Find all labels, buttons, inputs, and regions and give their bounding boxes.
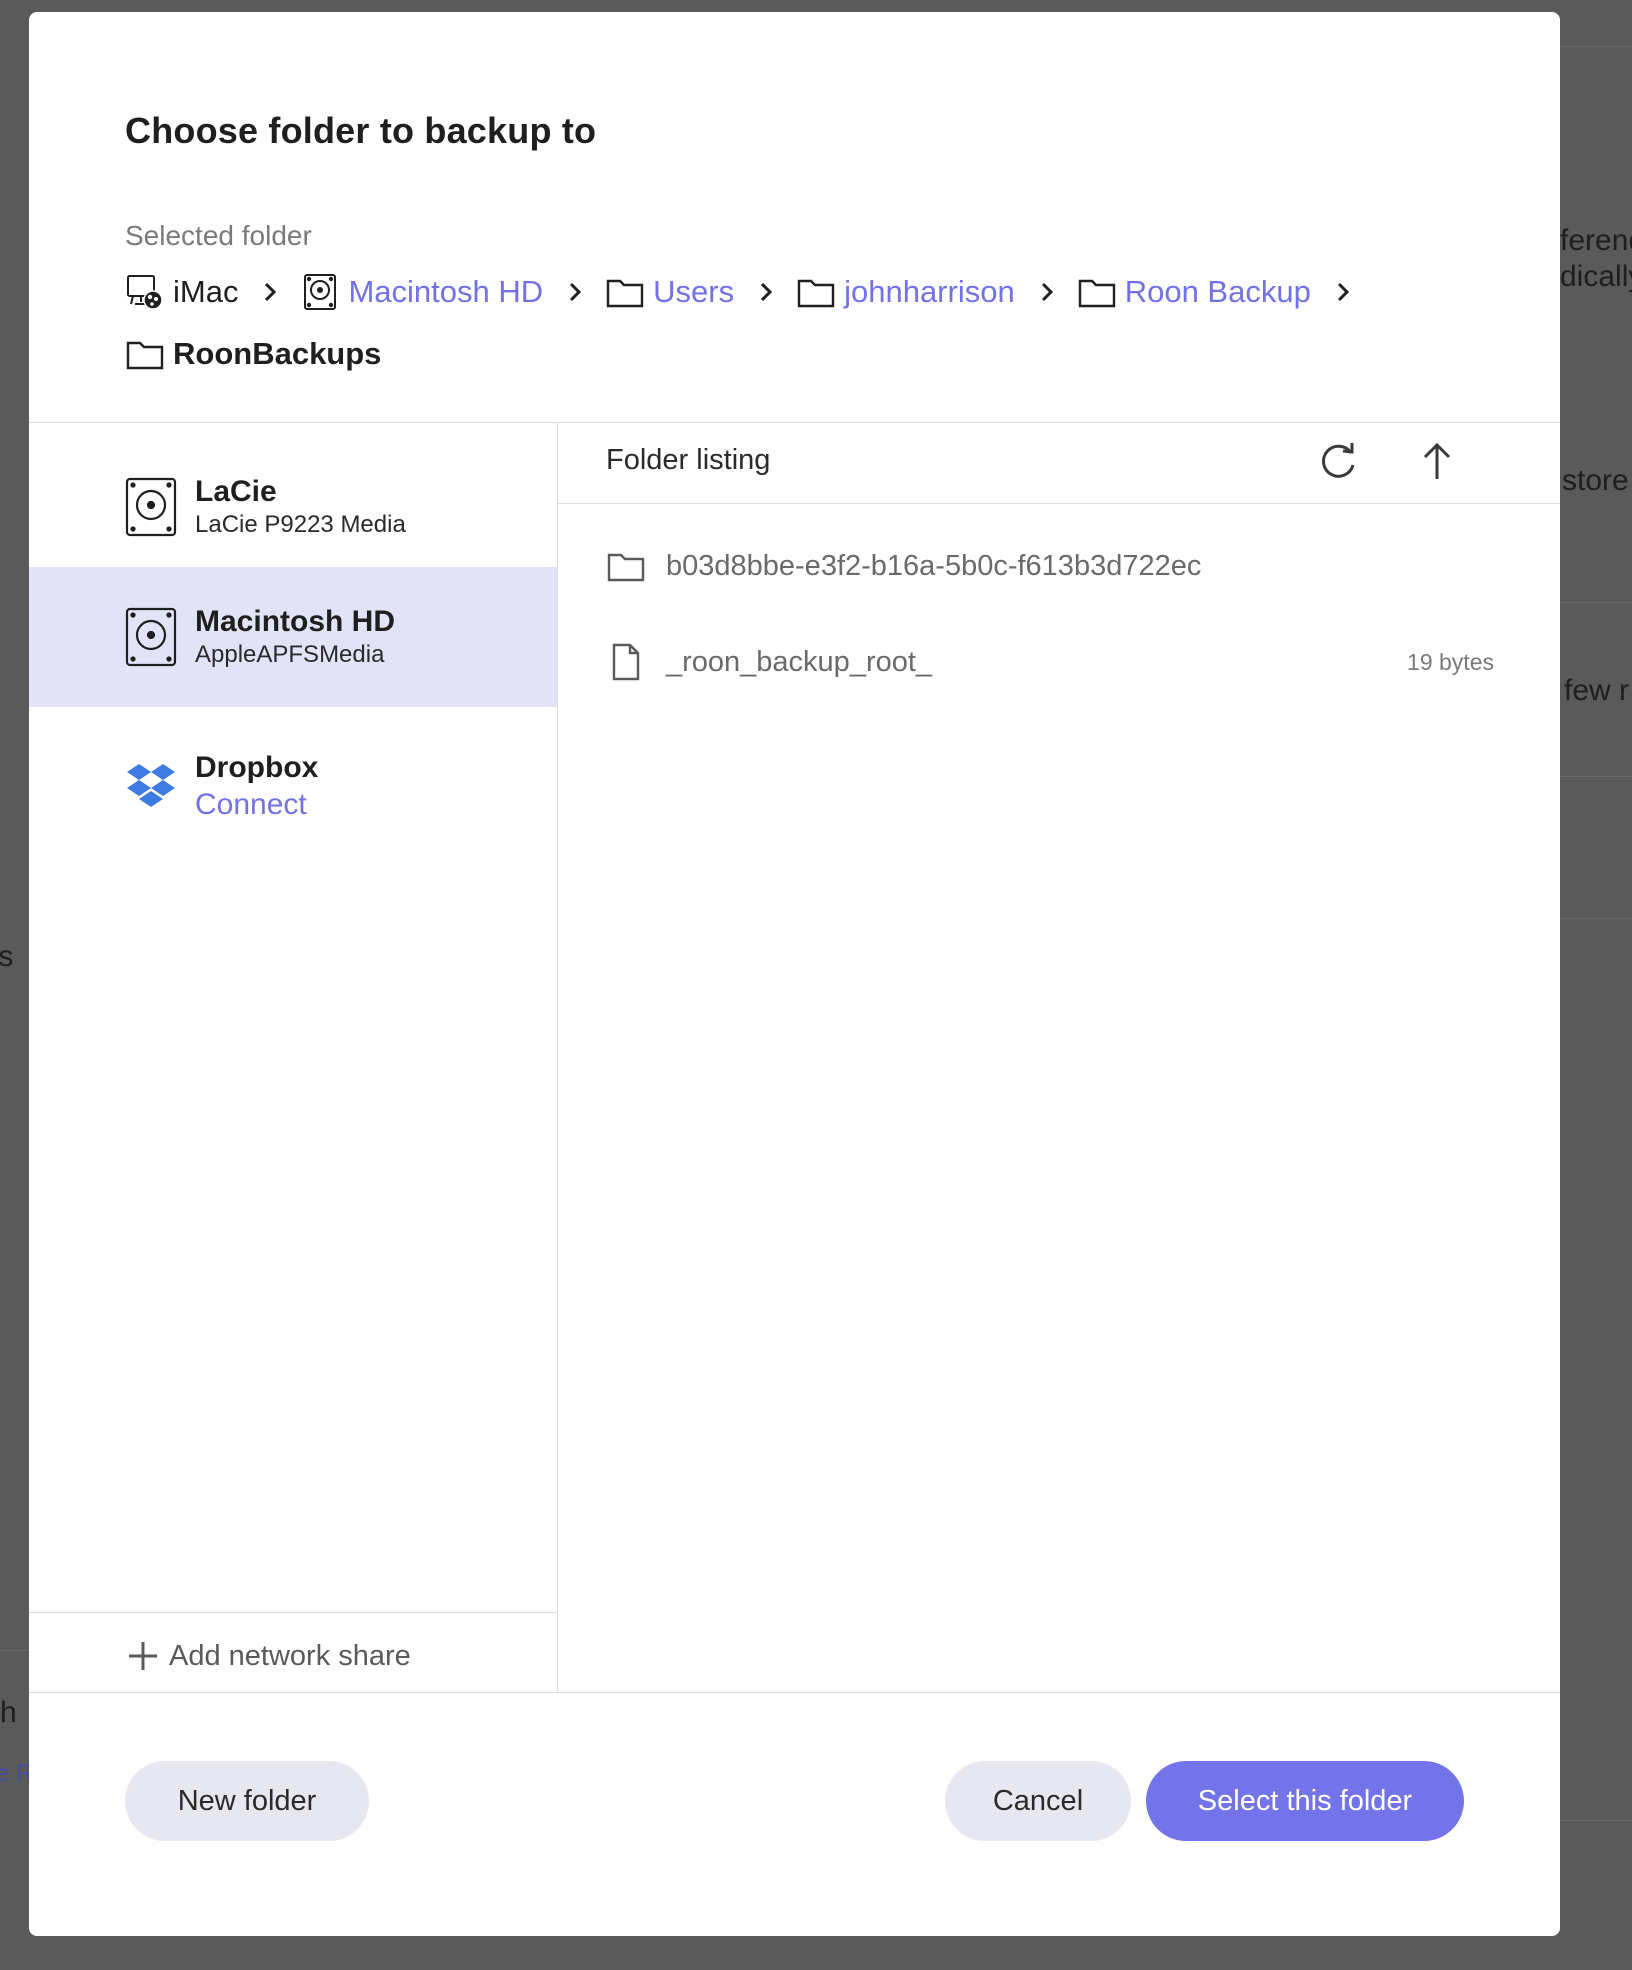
listing-item-name: _roon_backup_root_ [666, 645, 933, 678]
drive-item-lacie[interactable]: LaCie LaCie P9223 Media [29, 437, 557, 577]
listing-item-file[interactable]: _roon_backup_root_ 19 bytes [558, 624, 1560, 700]
divider [29, 1692, 1560, 1693]
breadcrumb-item-johnharrison[interactable]: johnharrison [796, 270, 1015, 314]
computer-icon [125, 272, 165, 312]
breadcrumb-label: johnharrison [844, 274, 1015, 309]
add-network-share-button[interactable]: Add network share [125, 1626, 411, 1686]
divider [29, 1612, 557, 1613]
chevron-right-icon [1325, 270, 1361, 314]
breadcrumb-item-roonbackups: RoonBackups [125, 332, 1465, 376]
chevron-right-icon [557, 270, 593, 314]
plus-icon [125, 1638, 161, 1674]
hard-drive-icon [125, 607, 177, 667]
divider [557, 422, 558, 1692]
parent-folder-button[interactable] [1414, 440, 1460, 486]
background-text: dically [1560, 260, 1632, 293]
listing-item-folder[interactable]: b03d8bbe-e3f2-b16a-5b0c-f613b3d722ec [558, 528, 1560, 604]
drive-item-macintosh-hd[interactable]: Macintosh HD AppleAPFSMedia [29, 567, 557, 707]
breadcrumb-label: RoonBackups [173, 336, 382, 371]
folder-listing-title: Folder listing [606, 444, 771, 476]
breadcrumb-label: Macintosh HD [348, 274, 544, 309]
breadcrumb: iMac Macintosh HD Users johnharrison Roo… [125, 270, 1465, 376]
chevron-right-icon [252, 270, 288, 314]
refresh-icon [1319, 441, 1359, 486]
chevron-right-icon [748, 270, 784, 314]
folder-icon [605, 272, 645, 312]
drive-name: LaCie [195, 475, 277, 508]
background-text: ferenc [1560, 224, 1632, 257]
hard-drive-icon [300, 272, 340, 312]
breadcrumb-item-macintosh-hd[interactable]: Macintosh HD [300, 270, 543, 314]
breadcrumb-label: Roon Backup [1124, 274, 1311, 309]
hard-drive-icon [125, 477, 177, 537]
background-divider [0, 1650, 29, 1651]
dropbox-icon [125, 757, 177, 817]
select-this-folder-button[interactable]: Select this folder [1146, 1761, 1464, 1841]
background-text: few r [1564, 674, 1630, 707]
breadcrumb-item-imac[interactable]: iMac [125, 270, 238, 314]
breadcrumb-item-users[interactable]: Users [605, 270, 734, 314]
background-divider [1560, 918, 1632, 919]
drive-media: AppleAPFSMedia [195, 641, 385, 668]
file-icon [606, 642, 646, 682]
add-network-share-label: Add network share [169, 1639, 411, 1672]
drive-media: LaCie P9223 Media [195, 511, 406, 538]
listing-item-name: b03d8bbe-e3f2-b16a-5b0c-f613b3d722ec [666, 549, 1202, 582]
background-text: store [1562, 464, 1629, 497]
background-divider [1560, 776, 1632, 777]
breadcrumb-item-roon-backup[interactable]: Roon Backup [1077, 270, 1311, 314]
drive-name: Macintosh HD [195, 605, 396, 638]
chevron-right-icon [1029, 270, 1065, 314]
folder-icon [125, 334, 165, 374]
refresh-button[interactable] [1316, 440, 1362, 486]
folder-icon [1077, 272, 1117, 312]
folder-listing-header: Folder listing [558, 422, 1560, 504]
drive-item-dropbox[interactable]: Dropbox Connect [29, 717, 557, 857]
background-divider [1560, 46, 1632, 47]
arrow-up-icon [1419, 441, 1455, 486]
cancel-button[interactable]: Cancel [945, 1761, 1131, 1841]
new-folder-button[interactable]: New folder [125, 1761, 369, 1841]
folder-icon [796, 272, 836, 312]
folder-icon [606, 546, 646, 586]
choose-folder-dialog: Choose folder to backup to Selected fold… [29, 12, 1560, 1936]
drive-name: Dropbox [195, 751, 319, 784]
selected-folder-label: Selected folder [125, 220, 312, 251]
dropbox-connect-link[interactable]: Connect [195, 786, 318, 824]
dialog-title: Choose folder to backup to [125, 110, 597, 151]
breadcrumb-label: iMac [173, 274, 239, 309]
background-divider [1560, 602, 1632, 603]
background-divider [1560, 1820, 1632, 1821]
background-text: h [0, 1696, 17, 1729]
background-text: ıs [0, 940, 14, 973]
breadcrumb-label: Users [653, 274, 735, 309]
listing-item-size: 19 bytes [1407, 648, 1494, 675]
